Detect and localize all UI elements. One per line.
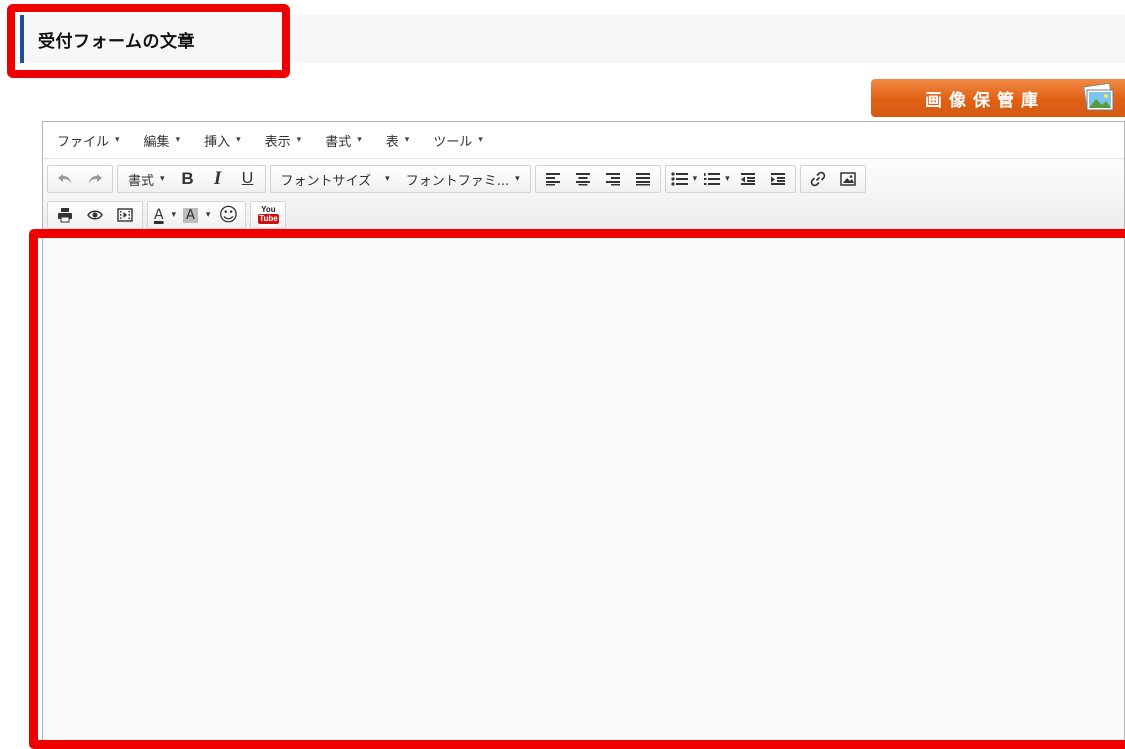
indent-icon (770, 173, 785, 185)
film-icon (117, 208, 133, 222)
text-color-button[interactable]: A ▾ (150, 202, 180, 228)
text-color-icon: A (153, 207, 164, 223)
font-size-label: フォントサイズ (280, 173, 372, 189)
menu-label: ツール (433, 134, 473, 150)
youtube-tube-text: Tube (258, 214, 279, 224)
youtube-you-text: You (261, 205, 276, 214)
menu-file[interactable]: ファイル ▾ (57, 131, 120, 150)
menu-label: 表 (385, 134, 399, 150)
menu-edit[interactable]: 編集 ▾ (144, 131, 181, 150)
section-title: 受付フォームの文章 (38, 31, 195, 52)
rich-text-editor: ファイル ▾ 編集 ▾ 挿入 ▾ 表示 ▾ 書式 ▾ 表 ▾ ツール ▾ 書式 ▾ B (42, 121, 1125, 742)
bullet-list-button[interactable]: ▾ (668, 166, 701, 192)
insert-image-button[interactable] (833, 166, 863, 192)
menu-table[interactable]: 表 ▾ (386, 131, 410, 150)
chevron-down-icon: ▾ (171, 210, 177, 220)
history-group (47, 165, 113, 193)
chevron-down-icon: ▾ (236, 135, 241, 145)
chevron-down-icon: ▾ (115, 135, 120, 145)
image-icon (839, 172, 856, 186)
align-left-button[interactable] (538, 166, 568, 192)
utility-group (47, 201, 143, 229)
menu-view[interactable]: 表示 ▾ (265, 131, 302, 150)
undo-button[interactable] (50, 166, 80, 192)
chevron-down-icon: ▾ (357, 135, 362, 145)
redo-button[interactable] (80, 166, 110, 192)
align-right-icon (605, 173, 620, 186)
numbered-list-icon (704, 173, 721, 185)
section-header: 受付フォームの文章 (20, 15, 1125, 63)
insert-link-button[interactable] (803, 166, 833, 192)
photo-gallery-icon (1081, 82, 1117, 113)
chevron-down-icon: ▾ (478, 135, 483, 145)
font-size-dropdown[interactable]: フォントサイズ ▾ (273, 166, 398, 192)
print-icon (58, 208, 72, 223)
chevron-down-icon: ▾ (160, 174, 165, 184)
underline-button[interactable]: U (233, 166, 263, 192)
smiley-icon: ☺ (218, 204, 239, 226)
font-family-dropdown[interactable]: フォントファミ... ▾ (398, 166, 528, 192)
editor-menubar: ファイル ▾ 編集 ▾ 挿入 ▾ 表示 ▾ 書式 ▾ 表 ▾ ツール ▾ (43, 122, 1124, 158)
redo-icon (89, 174, 102, 184)
menu-insert[interactable]: 挿入 ▾ (204, 131, 241, 150)
chevron-down-icon: ▾ (725, 174, 730, 184)
format-label: 書式 (128, 173, 155, 189)
indent-button[interactable] (763, 166, 793, 192)
background-color-button[interactable]: A ▾ (180, 202, 213, 228)
image-storage-button[interactable]: 画像保管庫 (871, 79, 1125, 117)
chevron-down-icon: ▾ (515, 174, 520, 184)
editor-content-area[interactable] (43, 234, 1124, 741)
image-storage-label: 画像保管庫 (925, 90, 1045, 111)
insert-media-button[interactable] (110, 202, 140, 228)
chevron-down-icon: ▾ (205, 210, 211, 220)
align-group (534, 165, 661, 193)
toolbar-row-1: 書式 ▾ B I U フォントサイズ ▾ フォントファミ... ▾ ▾ ▾ (47, 163, 1120, 195)
youtube-button[interactable]: You Tube (253, 202, 283, 228)
format-dropdown[interactable]: 書式 ▾ (120, 166, 173, 192)
menu-tools[interactable]: ツール ▾ (433, 131, 483, 150)
chevron-down-icon: ▾ (175, 135, 181, 145)
outdent-button[interactable] (733, 166, 763, 192)
color-group: A ▾ A ▾ ☺ (147, 201, 247, 229)
menu-label: ファイル (57, 134, 110, 150)
menu-format[interactable]: 書式 ▾ (325, 131, 362, 150)
format-style-group: 書式 ▾ B I U (117, 165, 266, 193)
align-left-icon (545, 173, 560, 186)
font-family-label: フォントファミ... (405, 173, 510, 189)
editor-toolbar: 書式 ▾ B I U フォントサイズ ▾ フォントファミ... ▾ ▾ ▾ A … (43, 158, 1124, 233)
chevron-down-icon: ▾ (385, 174, 390, 184)
undo-icon (58, 174, 71, 184)
chevron-down-icon: ▾ (692, 174, 698, 184)
menu-label: 表示 (264, 134, 291, 150)
chevron-down-icon: ▾ (404, 135, 410, 145)
print-button[interactable] (50, 202, 80, 228)
bold-button[interactable]: B (173, 166, 203, 192)
font-group: フォントサイズ ▾ フォントファミ... ▾ (269, 165, 531, 193)
menu-label: 書式 (325, 134, 352, 150)
align-center-button[interactable] (568, 166, 598, 192)
list-indent-group: ▾ ▾ (664, 165, 796, 193)
italic-button[interactable]: I (203, 166, 233, 192)
eye-icon (87, 210, 103, 220)
menu-label: 編集 (143, 134, 170, 150)
align-justify-icon (635, 173, 650, 186)
outdent-icon (740, 173, 755, 185)
link-image-group (799, 165, 866, 193)
youtube-icon: You Tube (258, 204, 279, 226)
emoticon-button[interactable]: ☺ (213, 202, 243, 228)
toolbar-row-2: A ▾ A ▾ ☺ You Tube (47, 199, 1120, 231)
link-icon (810, 171, 825, 187)
background-color-icon: A (183, 207, 198, 223)
preview-button[interactable] (80, 202, 110, 228)
chevron-down-icon: ▾ (296, 135, 302, 145)
align-center-icon (575, 173, 590, 186)
youtube-group: You Tube (250, 201, 287, 229)
align-right-button[interactable] (598, 166, 628, 192)
menu-label: 挿入 (204, 134, 231, 150)
numbered-list-button[interactable]: ▾ (700, 166, 733, 192)
bullet-list-icon (671, 172, 688, 186)
align-justify-button[interactable] (628, 166, 658, 192)
